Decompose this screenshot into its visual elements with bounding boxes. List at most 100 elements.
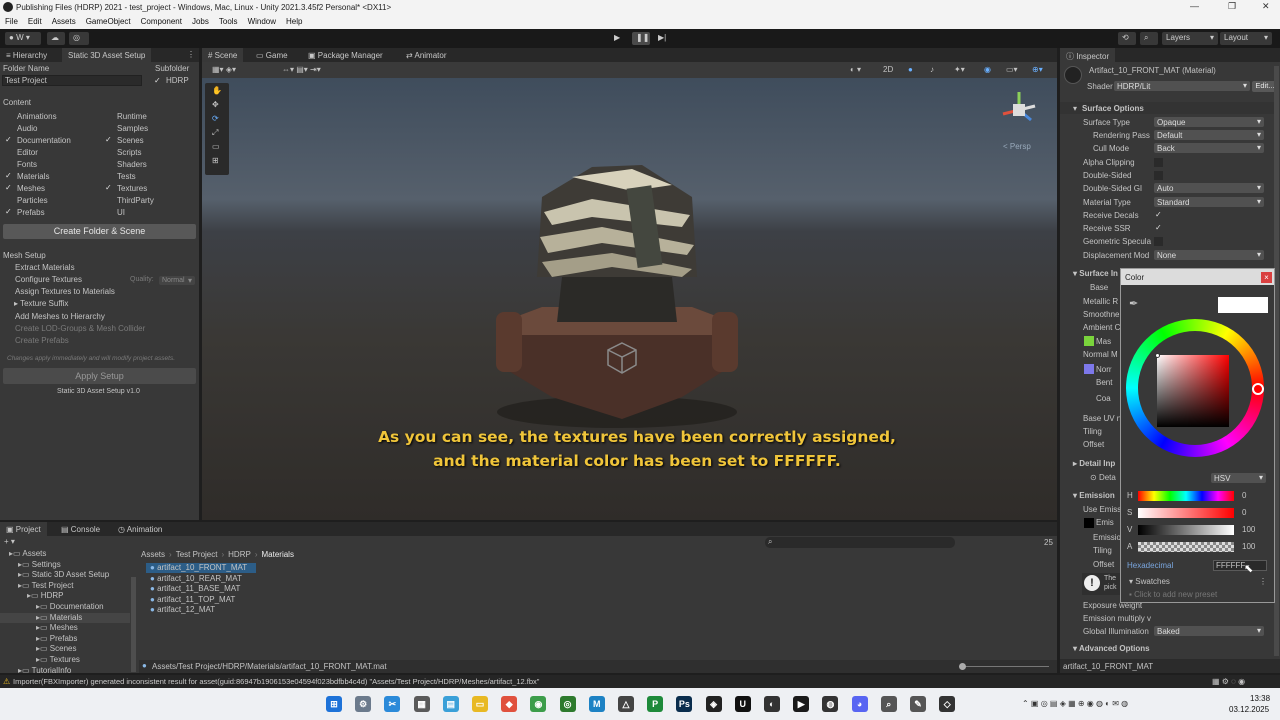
content-checkbox[interactable] bbox=[105, 148, 113, 156]
search-field[interactable]: ⌕ bbox=[765, 537, 955, 548]
davinci-icon[interactable]: ◐ bbox=[764, 696, 780, 712]
menu-file[interactable]: File bbox=[0, 15, 23, 26]
tab-game[interactable]: ▭ Game bbox=[250, 48, 294, 62]
scale-tool-icon[interactable]: ⤢ bbox=[212, 128, 218, 138]
step-button[interactable]: ▶| bbox=[654, 32, 672, 45]
material-type-dropdown[interactable]: Standard bbox=[1154, 197, 1264, 207]
surface-prop-dropdown[interactable]: Default bbox=[1154, 130, 1264, 140]
menu-assets[interactable]: Assets bbox=[47, 15, 81, 26]
extract-materials-option[interactable]: Extract Materials bbox=[15, 263, 75, 272]
inkscape-icon[interactable]: △ bbox=[618, 696, 634, 712]
gizmos-icon[interactable]: ⊕▾ bbox=[1032, 65, 1043, 74]
discord-icon[interactable]: ◕ bbox=[851, 696, 868, 712]
menu-tools[interactable]: Tools bbox=[214, 15, 243, 26]
hue-wheel[interactable] bbox=[1126, 319, 1264, 457]
saturation-value-square[interactable] bbox=[1157, 355, 1229, 427]
breadcrumb-materials[interactable]: Materials bbox=[262, 550, 294, 559]
tree-folder-item[interactable]: ▸▭ TutorialInfo bbox=[18, 666, 71, 675]
clock-time[interactable]: 13:38 bbox=[1250, 694, 1270, 703]
chrome-icon[interactable]: ◉ bbox=[530, 696, 547, 712]
content-checkbox[interactable] bbox=[5, 196, 13, 204]
channel-slider[interactable] bbox=[1138, 508, 1234, 518]
create-prefabs-option[interactable]: Create Prefabs bbox=[15, 336, 69, 345]
channel-slider[interactable] bbox=[1138, 542, 1234, 552]
draw-mode-icon[interactable]: ▦▾ ◈▾ bbox=[212, 65, 236, 74]
clock-date[interactable]: 03.12.2025 bbox=[1229, 705, 1269, 714]
breadcrumb-test-project[interactable]: Test Project bbox=[176, 550, 218, 559]
content-checkbox[interactable] bbox=[5, 112, 13, 120]
tab-hierarchy[interactable]: ≡ Hierarchy bbox=[0, 48, 53, 62]
snipping-icon[interactable]: ✂ bbox=[384, 696, 401, 712]
create-lod-option[interactable]: Create LOD-Groups & Mesh Collider bbox=[15, 324, 145, 333]
content-checkbox[interactable]: ✓ bbox=[5, 172, 13, 180]
orientation-gizmo[interactable] bbox=[997, 88, 1041, 132]
quality-dropdown[interactable]: Normal bbox=[159, 276, 195, 285]
texture-suffix-foldout[interactable]: ▸ Texture Suffix bbox=[14, 299, 68, 308]
transform-tools-icon[interactable]: ⇔▾ ▤▾ ⇥▾ bbox=[282, 65, 321, 74]
create-folder-scene-button[interactable]: Create Folder & Scene bbox=[3, 224, 196, 239]
perspective-label[interactable]: < Persp bbox=[1003, 142, 1031, 151]
configure-textures-option[interactable]: Configure Textures bbox=[15, 275, 82, 284]
tree-folder-item[interactable]: ▸▭ Documentation bbox=[36, 602, 104, 611]
content-checkbox[interactable] bbox=[5, 160, 13, 168]
tree-folder-item[interactable]: ▸▭ Meshes bbox=[36, 623, 78, 632]
file-item[interactable]: ● artifact_11_TOP_MAT bbox=[150, 595, 235, 604]
photoshop-icon[interactable]: Ps bbox=[676, 696, 693, 712]
artifact-model[interactable] bbox=[482, 157, 752, 432]
xbox-icon[interactable]: ◎ bbox=[559, 696, 576, 712]
double-sided-toggle[interactable] bbox=[1154, 171, 1163, 180]
rotate-tool-icon[interactable]: ⟳ bbox=[212, 114, 219, 123]
tab-scene[interactable]: # Scene bbox=[202, 48, 244, 62]
normal-color-swatch[interactable] bbox=[1084, 364, 1094, 374]
global-illumination-dropdown[interactable]: Baked bbox=[1154, 626, 1264, 636]
menu-edit[interactable]: Edit bbox=[23, 15, 47, 26]
content-checkbox[interactable] bbox=[105, 196, 113, 204]
content-checkbox[interactable]: ✓ bbox=[105, 184, 113, 192]
eyedropper-icon[interactable]: ✒ bbox=[1129, 297, 1138, 310]
folder-name-input[interactable]: Test Project bbox=[2, 75, 142, 86]
play-button[interactable]: ▶ bbox=[610, 32, 628, 45]
transform-tool-icon[interactable]: ⊞ bbox=[212, 156, 219, 165]
brave-icon[interactable]: ◆ bbox=[501, 696, 518, 712]
tree-folder-item[interactable]: ▸▭ HDRP bbox=[27, 591, 63, 600]
channel-slider[interactable] bbox=[1138, 491, 1234, 501]
tab-console[interactable]: ▤ Console bbox=[55, 522, 106, 536]
pause-button[interactable]: ❚❚ bbox=[632, 32, 650, 45]
explorer-icon[interactable]: ▭ bbox=[472, 696, 488, 712]
add-meshes-option[interactable]: Add Meshes to Hierarchy bbox=[15, 312, 105, 321]
shader-dropdown[interactable]: HDRP/Lit bbox=[1114, 81, 1250, 91]
detail-inputs-header[interactable]: ▸ Detail Inp bbox=[1073, 459, 1115, 468]
pycharm-icon[interactable]: P bbox=[647, 696, 664, 712]
file-item[interactable]: ● artifact_11_BASE_MAT bbox=[150, 584, 240, 593]
tree-folder-item[interactable]: ▸▭ Textures bbox=[36, 655, 80, 664]
calculator-icon[interactable]: ▦ bbox=[413, 696, 430, 712]
tab-animation[interactable]: ◷ Animation bbox=[112, 522, 168, 536]
content-checkbox[interactable] bbox=[5, 124, 13, 132]
apply-setup-button[interactable]: Apply Setup bbox=[3, 368, 196, 384]
file-item[interactable]: ● artifact_10_FRONT_MAT bbox=[150, 563, 247, 572]
tab-static-asset-setup[interactable]: Static 3D Asset Setup bbox=[62, 48, 152, 62]
unity-hub-icon[interactable]: ◇ bbox=[939, 696, 956, 712]
rect-tool-icon[interactable]: ▭ bbox=[212, 142, 220, 151]
add-preset-hint[interactable]: ▪ Click to add new preset bbox=[1129, 590, 1217, 599]
swatches-foldout[interactable]: ▾ Swatches bbox=[1129, 577, 1170, 586]
hidden-objects-icon[interactable]: ◉ bbox=[984, 65, 991, 74]
menu-gameobject[interactable]: GameObject bbox=[81, 15, 136, 26]
tab-inspector[interactable]: ⓘ Inspector bbox=[1060, 48, 1116, 62]
minimize-button[interactable]: — bbox=[1190, 1, 1199, 11]
mask-color-swatch[interactable] bbox=[1084, 336, 1094, 346]
add-asset-icon[interactable]: + ▾ bbox=[4, 537, 15, 546]
breadcrumb-assets[interactable]: Assets bbox=[141, 550, 165, 559]
unreal-icon[interactable]: U bbox=[734, 696, 751, 712]
settings-icon[interactable]: ⚙ bbox=[355, 696, 372, 712]
menu-jobs[interactable]: Jobs bbox=[187, 15, 214, 26]
tree-folder-item[interactable]: ▸▭ Prefabs bbox=[36, 634, 77, 643]
lighting-icon[interactable]: ● bbox=[908, 65, 913, 74]
status-message[interactable]: Importer(FBXImporter) generated inconsis… bbox=[13, 677, 539, 686]
content-checkbox[interactable]: ✓ bbox=[5, 136, 13, 144]
search-icon[interactable]: ⌕ bbox=[1140, 32, 1158, 45]
menu-window[interactable]: Window bbox=[243, 15, 281, 26]
tool-icon[interactable]: ✎ bbox=[910, 696, 926, 712]
tree-folder-item[interactable]: ▸▭ Settings bbox=[18, 560, 61, 569]
menu-component[interactable]: Component bbox=[136, 15, 187, 26]
